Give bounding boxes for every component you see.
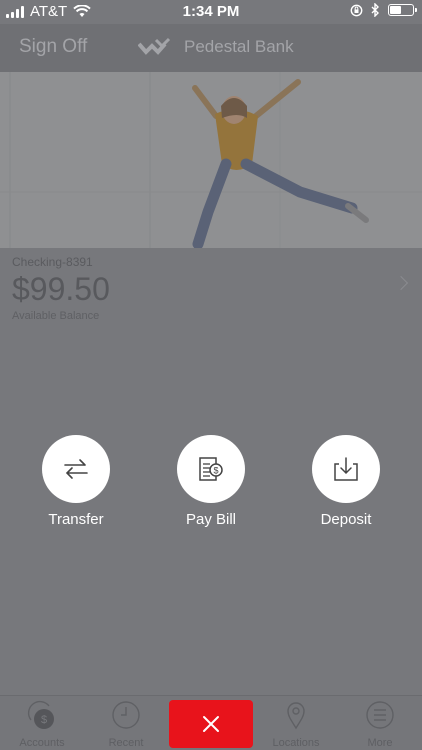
pay-bill-icon: $ [199, 457, 223, 481]
deposit-button[interactable] [312, 435, 380, 503]
sign-off-button[interactable]: Sign Off [19, 36, 87, 58]
tab-accounts[interactable]: $ Accounts [0, 696, 84, 750]
close-button[interactable] [169, 700, 253, 748]
svg-text:$: $ [41, 714, 47, 726]
transfer-button[interactable] [42, 435, 110, 503]
location-pin-icon [287, 702, 305, 730]
tab-recent-label: Recent [108, 737, 144, 749]
tab-locations-label: Locations [272, 737, 320, 749]
hero-image [0, 72, 422, 248]
pay-bill-button[interactable]: $ [177, 435, 245, 503]
deposit-action[interactable]: Deposit [286, 435, 406, 528]
transfer-action[interactable]: Transfer [16, 435, 136, 528]
bank-logo: Pedestal Bank [138, 36, 294, 58]
status-bar: AT&T 1:34 PM [0, 0, 422, 24]
deposit-icon [334, 457, 358, 481]
nav-bar: Sign Off Pedestal Bank [0, 24, 422, 72]
clock-icon [112, 701, 140, 729]
tab-accounts-label: Accounts [19, 737, 65, 749]
tab-locations[interactable]: Locations [254, 696, 338, 750]
tab-more-label: More [367, 737, 393, 749]
pay-bill-action[interactable]: $ Pay Bill [151, 435, 271, 528]
transfer-icon [64, 459, 88, 479]
close-icon [203, 716, 219, 732]
menu-icon [366, 701, 394, 729]
tab-recent[interactable]: Recent [84, 696, 168, 750]
tab-more[interactable]: More [338, 696, 422, 750]
bank-name: Pedestal Bank [184, 37, 294, 56]
account-balance: $99.50 [12, 271, 110, 307]
accounts-icon: $ [27, 700, 54, 729]
account-summary[interactable]: Checking-8391 $99.50 Available Balance [0, 248, 422, 328]
deposit-label: Deposit [320, 511, 372, 528]
orientation-lock-icon [350, 4, 363, 16]
pay-bill-label: Pay Bill [185, 511, 237, 528]
bank-logo-icon [138, 37, 171, 55]
battery-icon [388, 4, 417, 16]
balance-label: Available Balance [12, 310, 100, 322]
woman-jumping-photo [0, 72, 422, 248]
transfer-label: Transfer [48, 511, 104, 528]
bluetooth-icon [371, 3, 379, 17]
account-name: Checking-8391 [12, 255, 93, 269]
chevron-right-icon [393, 275, 409, 291]
svg-text:$: $ [213, 466, 218, 476]
